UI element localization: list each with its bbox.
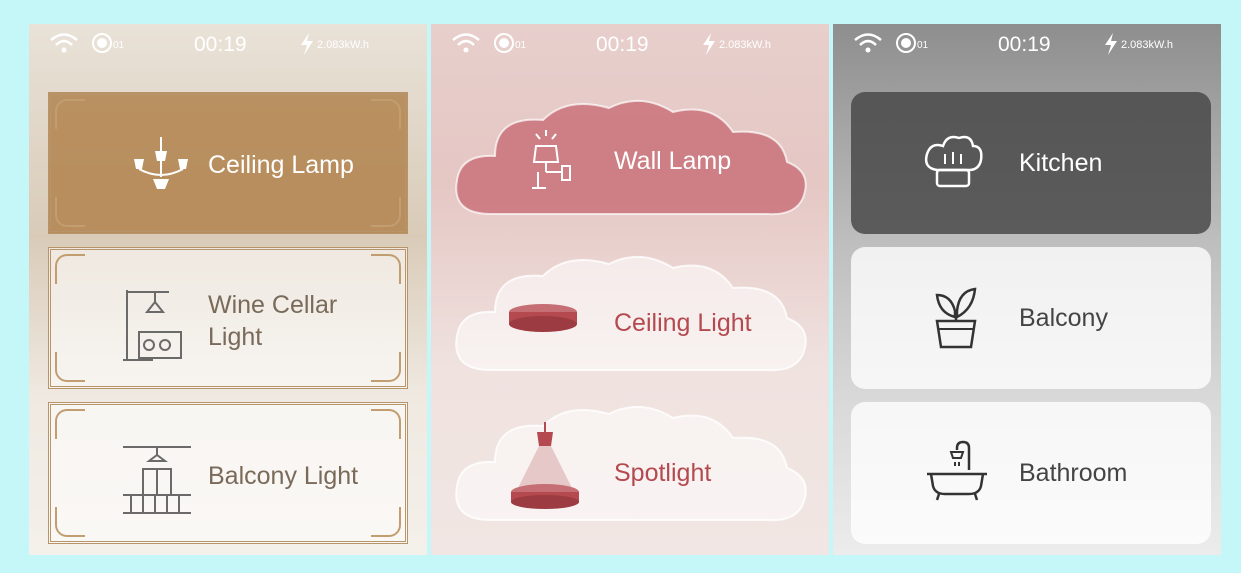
scene-ceiling-light-button[interactable]: Ceiling Light (451, 252, 811, 382)
room-kitchen-button[interactable]: Kitchen (851, 92, 1211, 234)
scene-balcony-light-button[interactable]: Balcony Light (48, 402, 408, 544)
clock-time: 00:19 (596, 33, 649, 56)
scene-spotlight-button[interactable]: Spotlight (451, 402, 811, 532)
lightning-bolt-icon (701, 33, 717, 61)
room-bathroom-button[interactable]: Bathroom (851, 402, 1211, 544)
panel-rooms: 01 00:19 2.083kW.h Kitchen Balcony Bathr… (833, 24, 1221, 555)
energy-reading: 2.083kW.h (719, 39, 771, 51)
record-icon (493, 32, 515, 60)
wifi-icon (853, 32, 883, 60)
channel-number: 01 (113, 40, 125, 51)
record-icon (91, 32, 113, 60)
wine-cellar-light-icon (123, 288, 185, 367)
screen-frame: 01 00:19 2.083kW.h Ceiling Lamp Wine Cel… (0, 0, 1241, 573)
lightning-bolt-icon (299, 33, 315, 61)
lightning-bolt-icon (1103, 33, 1119, 61)
scene-label-line-2: Light (208, 323, 263, 351)
clock-time: 00:19 (998, 33, 1051, 56)
status-bar: 01 00:19 2.083kW.h (29, 24, 427, 64)
status-bar: 01 00:19 2.083kW.h (431, 24, 829, 64)
chandelier-icon (131, 137, 191, 200)
scene-label: Spotlight (614, 459, 712, 487)
scene-wall-lamp-button[interactable]: Wall Lamp (451, 96, 811, 226)
status-bar: 01 00:19 2.083kW.h (833, 24, 1221, 64)
scene-wine-cellar-light-button[interactable]: Wine Cellar Light (48, 247, 408, 389)
clock-time: 00:19 (194, 33, 247, 56)
channel-number: 01 (515, 40, 527, 51)
bathtub-icon (925, 440, 989, 507)
scene-ceiling-lamp-button[interactable]: Ceiling Lamp (48, 92, 408, 234)
scene-label: Balcony Light (208, 462, 359, 490)
wifi-icon (451, 32, 481, 60)
record-icon (895, 32, 917, 60)
panel-lighting-kids-room: 01 00:19 2.083kW.h Wall Lamp Ceiling Lig… (431, 24, 829, 555)
wifi-icon (49, 32, 79, 60)
energy-reading: 2.083kW.h (317, 39, 369, 51)
potted-plant-icon (931, 281, 981, 354)
scene-label-line-1: Wine Cellar (208, 291, 338, 319)
scene-label: Wall Lamp (614, 147, 732, 175)
room-balcony-button[interactable]: Balcony (851, 247, 1211, 389)
panel-lighting-classic: 01 00:19 2.083kW.h Ceiling Lamp Wine Cel… (29, 24, 427, 555)
energy-reading: 2.083kW.h (1121, 39, 1173, 51)
room-label: Kitchen (1019, 149, 1103, 177)
balcony-light-icon (119, 445, 195, 520)
room-label: Bathroom (1019, 459, 1128, 487)
channel-number: 01 (917, 40, 929, 51)
scene-label: Ceiling Light (614, 309, 752, 337)
chef-hat-icon (923, 134, 983, 199)
room-label: Balcony (1019, 304, 1108, 332)
scene-label: Ceiling Lamp (208, 151, 354, 179)
